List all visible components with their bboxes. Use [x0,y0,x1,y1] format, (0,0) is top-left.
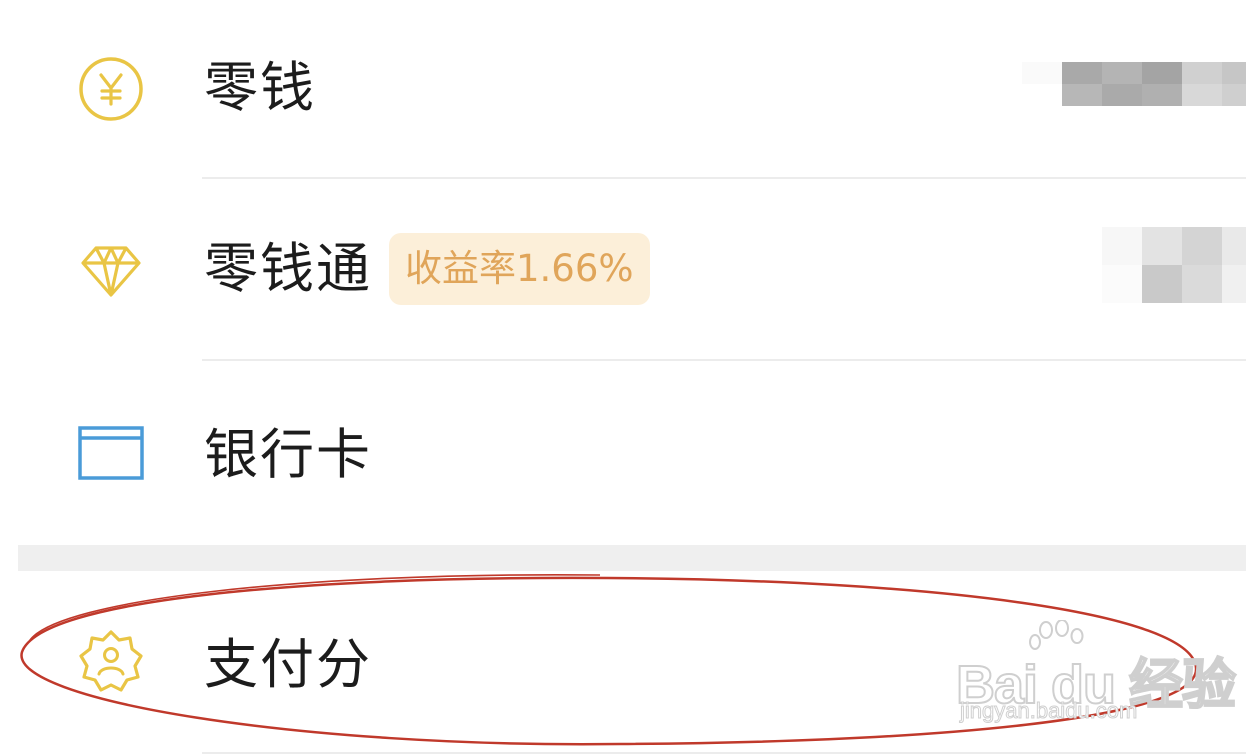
menu-label-payscore: 支付分 [204,633,372,696]
menu-row-change[interactable]: 零钱 [0,0,1246,178]
change-plus-blurred [1102,227,1246,303]
menu-row-bank-card[interactable]: 银行卡 [0,361,1246,545]
yield-rate-badge: 收益率1.66% [389,233,650,305]
row-divider [202,752,1246,754]
wallet-screen: 零钱 零钱通 收益率1.66% 银行卡 支付分 Bai du 经验 jingya… [0,0,1246,756]
menu-row-payscore[interactable]: 支付分 [0,571,1246,756]
diamond-icon [76,233,146,303]
yuan-coin-icon [76,54,146,124]
menu-label-change: 零钱 [204,56,316,119]
bank-card-icon [76,418,146,488]
menu-label-bank-card: 银行卡 [204,423,372,486]
badge-person-icon [76,626,146,696]
balance-blurred [1022,62,1246,106]
section-separator [18,545,1246,571]
menu-label-change-plus: 零钱通 [204,237,372,300]
